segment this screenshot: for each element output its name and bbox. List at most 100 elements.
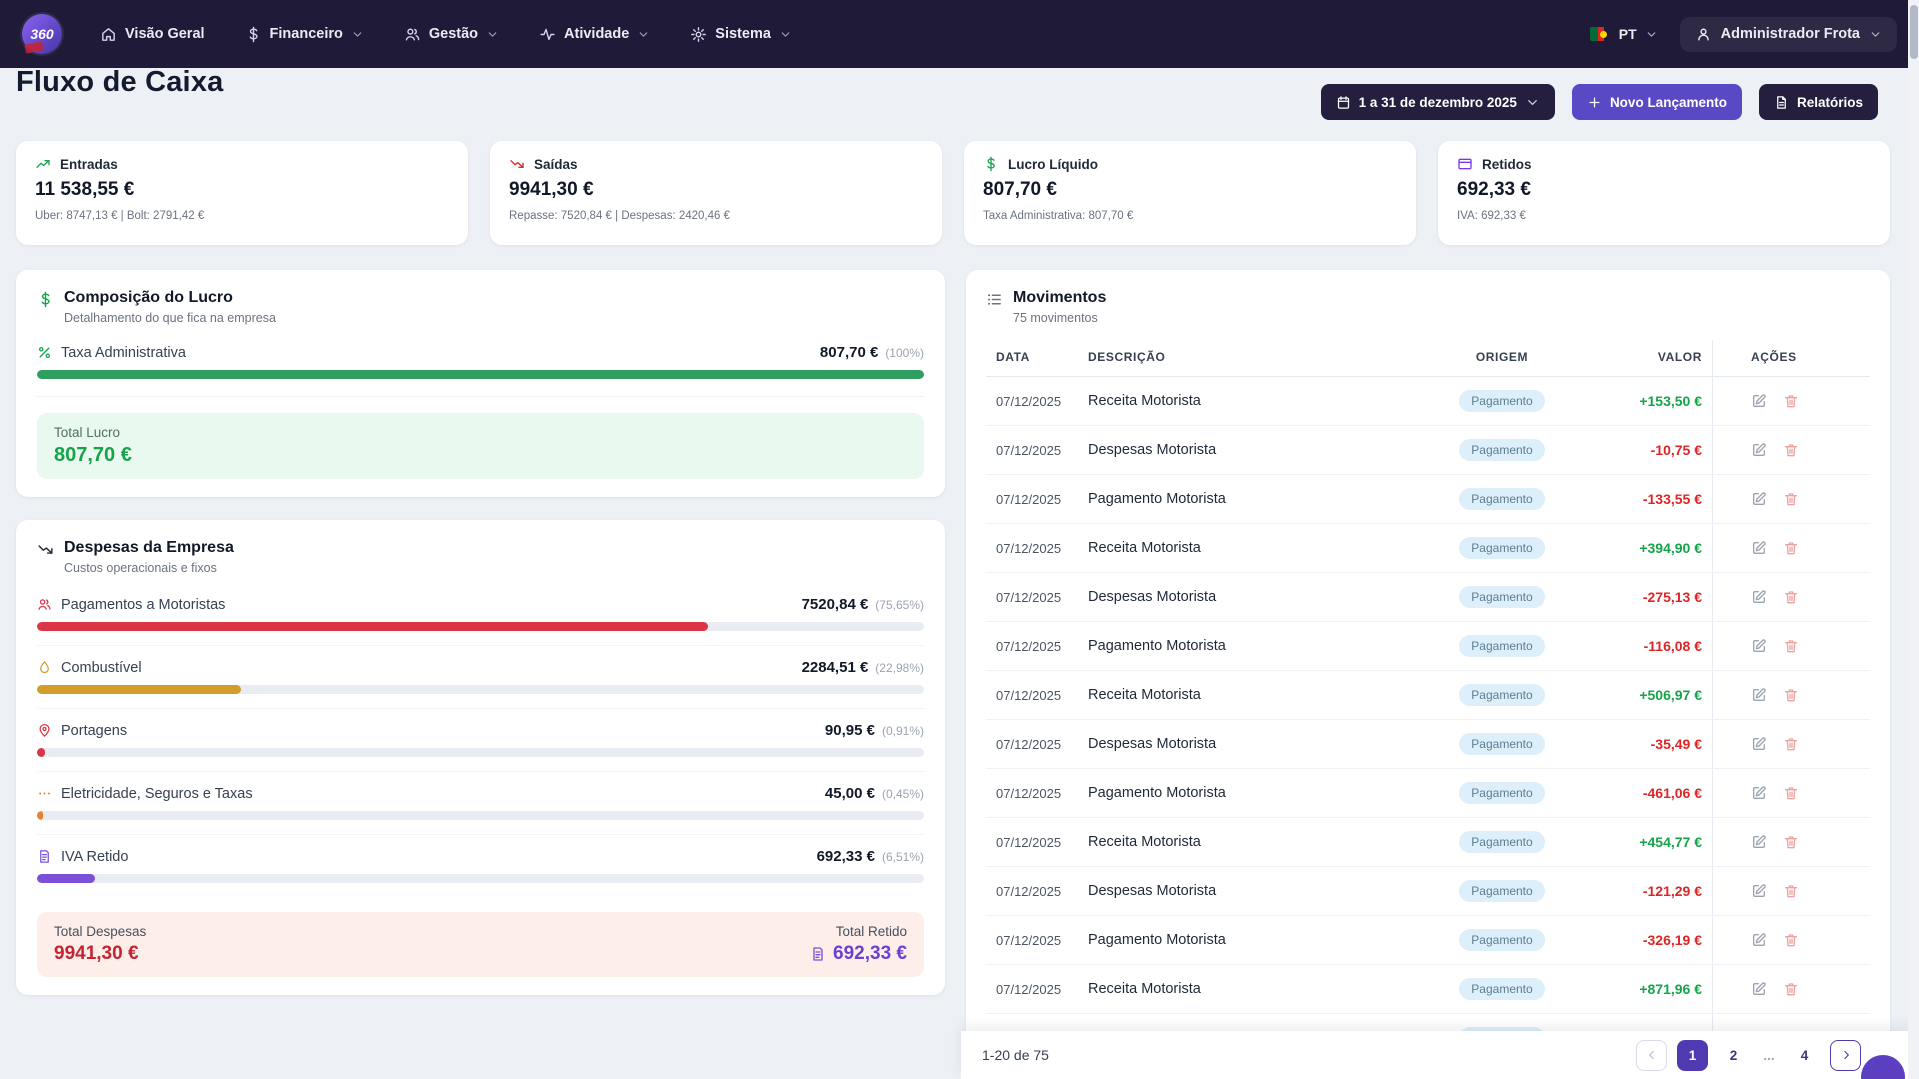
trash-icon[interactable] (1783, 589, 1799, 605)
panel-title: Composição do Lucro (64, 289, 276, 307)
row-date: 07/12/2025 (986, 541, 1078, 556)
reports-button[interactable]: Relatórios (1759, 84, 1878, 120)
droplet-icon (37, 660, 52, 675)
logo[interactable]: 360 (22, 14, 62, 54)
edit-icon[interactable] (1751, 393, 1767, 409)
row-value: -275,13 € (1577, 589, 1712, 605)
card-detail: Repasse: 7520,84 € | Despesas: 2420,46 € (509, 210, 923, 222)
table-header: DATA DESCRIÇÃO ORIGEM VALOR AÇÕES (986, 340, 1870, 377)
row-value: -121,29 € (1577, 883, 1712, 899)
row-value: -326,19 € (1577, 932, 1712, 948)
percent-icon (37, 345, 52, 360)
next-page-button[interactable] (1830, 1040, 1861, 1071)
nav-item[interactable]: Financeiro (245, 26, 364, 43)
row-value: -116,08 € (1577, 638, 1712, 654)
chevron-down-icon (637, 28, 650, 41)
column-actions: AÇÕES (1712, 340, 1870, 376)
expense-percent: (22,98%) (875, 661, 924, 675)
trash-icon[interactable] (1783, 834, 1799, 850)
row-date: 07/12/2025 (986, 835, 1078, 850)
expense-item: Portagens 90,95 € (0,91%) (37, 709, 924, 772)
previous-page-button[interactable] (1636, 1040, 1667, 1071)
dollar-icon (245, 26, 262, 43)
user-name: Administrador Frota (1721, 26, 1860, 42)
origin-badge: Pagamento (1459, 733, 1544, 755)
trending-down-icon (509, 156, 525, 172)
user-menu[interactable]: Administrador Frota (1680, 17, 1897, 52)
edit-icon[interactable] (1751, 491, 1767, 507)
row-date: 07/12/2025 (986, 639, 1078, 654)
table-row: 07/12/2025 Receita Motorista Pagamento +… (986, 671, 1870, 720)
trash-icon[interactable] (1783, 932, 1799, 948)
edit-icon[interactable] (1751, 540, 1767, 556)
table-row: 07/12/2025 Despesas Motorista Pagamento … (986, 720, 1870, 769)
page-button[interactable]: 4 (1789, 1040, 1820, 1071)
edit-icon[interactable] (1751, 981, 1767, 997)
page-button[interactable]: 1 (1677, 1040, 1708, 1071)
trash-icon[interactable] (1783, 883, 1799, 899)
movements-panel: Movimentos 75 movimentos DATA DESCRIÇÃO … (966, 270, 1890, 1079)
page-button[interactable]: 2 (1718, 1040, 1749, 1071)
trash-icon[interactable] (1783, 785, 1799, 801)
person-icon (1695, 26, 1712, 43)
expense-value: 90,95 € (825, 722, 875, 739)
trash-icon[interactable] (1783, 540, 1799, 556)
row-description: Pagamento Motorista (1078, 932, 1427, 948)
edit-icon[interactable] (1751, 589, 1767, 605)
trash-icon[interactable] (1783, 442, 1799, 458)
scrollbar-thumb[interactable] (1910, 5, 1918, 59)
nav-item[interactable]: Atividade (539, 26, 650, 43)
expense-item: Eletricidade, Seguros e Taxas 45,00 € (0… (37, 772, 924, 835)
origin-badge: Pagamento (1459, 880, 1544, 902)
nav-item-label: Sistema (715, 26, 771, 42)
panel-title: Despesas da Empresa (64, 539, 234, 557)
row-date: 07/12/2025 (986, 933, 1078, 948)
nav-item[interactable]: Visão Geral (100, 26, 205, 43)
row-date: 07/12/2025 (986, 394, 1078, 409)
trash-icon[interactable] (1783, 638, 1799, 654)
nav-item[interactable]: Gestão (404, 26, 499, 43)
trash-icon[interactable] (1783, 491, 1799, 507)
trash-icon[interactable] (1783, 736, 1799, 752)
row-date: 07/12/2025 (986, 982, 1078, 997)
edit-icon[interactable] (1751, 687, 1767, 703)
trash-icon[interactable] (1783, 393, 1799, 409)
edit-icon[interactable] (1751, 736, 1767, 752)
edit-icon[interactable] (1751, 932, 1767, 948)
expense-value: 45,00 € (825, 785, 875, 802)
edit-icon[interactable] (1751, 638, 1767, 654)
chevron-down-icon (486, 28, 499, 41)
language-selector[interactable]: PT (1590, 26, 1658, 42)
nav-item[interactable]: Sistema (690, 26, 792, 43)
card-label: Saídas (534, 157, 578, 172)
users-icon (37, 597, 52, 612)
row-description: Despesas Motorista (1078, 883, 1427, 899)
row-value: -133,55 € (1577, 491, 1712, 507)
row-date: 07/12/2025 (986, 590, 1078, 605)
row-value: +153,50 € (1577, 393, 1712, 409)
edit-icon[interactable] (1751, 442, 1767, 458)
edit-icon[interactable] (1751, 834, 1767, 850)
row-value: -35,49 € (1577, 736, 1712, 752)
page-button[interactable]: ... (1759, 1040, 1779, 1071)
trash-icon[interactable] (1783, 981, 1799, 997)
row-description: Despesas Motorista (1078, 736, 1427, 752)
edit-icon[interactable] (1751, 883, 1767, 899)
chevron-down-icon (351, 28, 364, 41)
table-row: 07/12/2025 Pagamento Motorista Pagamento… (986, 475, 1870, 524)
date-range-button[interactable]: 1 a 31 de dezembro 2025 (1321, 84, 1555, 120)
table-row: 07/12/2025 Despesas Motorista Pagamento … (986, 573, 1870, 622)
edit-icon[interactable] (1751, 785, 1767, 801)
trash-icon[interactable] (1783, 687, 1799, 703)
row-description: Receita Motorista (1078, 834, 1427, 850)
calendar-icon (1336, 95, 1351, 110)
file-icon (1774, 95, 1789, 110)
column-data: DATA (986, 340, 1078, 376)
scrollbar[interactable] (1908, 0, 1919, 1079)
new-entry-button[interactable]: Novo Lançamento (1572, 84, 1742, 120)
row-value: -461,06 € (1577, 785, 1712, 801)
row-description: Receita Motorista (1078, 981, 1427, 997)
card-label: Lucro Líquido (1008, 157, 1098, 172)
row-description: Receita Motorista (1078, 393, 1427, 409)
expense-label: IVA Retido (61, 849, 128, 865)
